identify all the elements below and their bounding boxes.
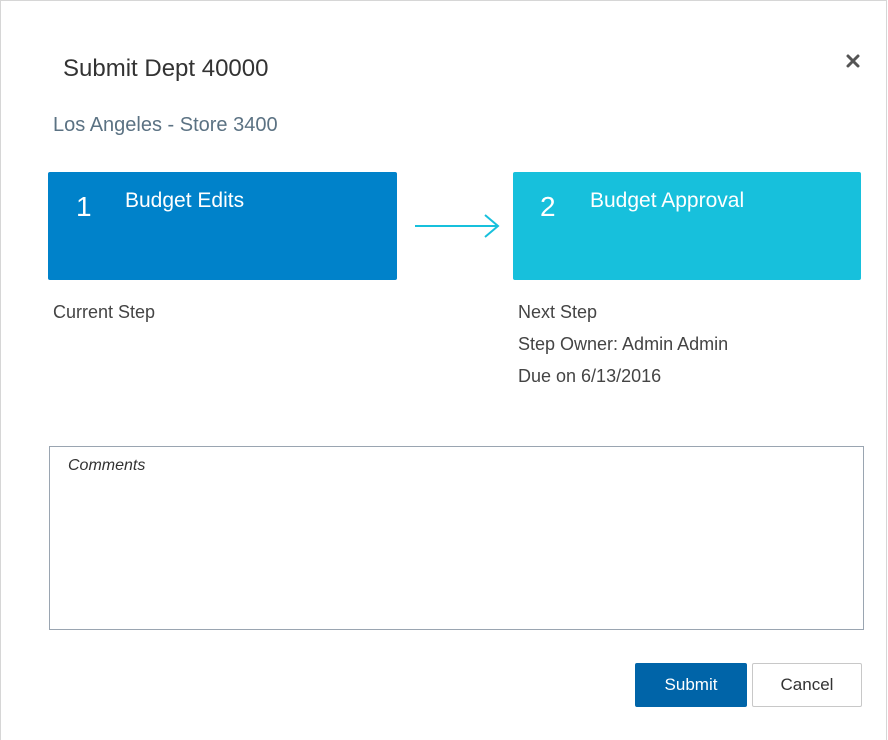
submit-dialog: Submit Dept 40000 Los Angeles - Store 34…	[0, 0, 887, 740]
next-step-number: 2	[540, 191, 556, 222]
next-step-due-date: Due on 6/13/2016	[518, 366, 662, 386]
next-step-info: Next Step Step Owner: Admin Admin Due on…	[518, 296, 728, 392]
next-step-box: 2 Budget Approval	[513, 172, 861, 280]
arrow-right-icon	[415, 214, 500, 238]
next-step-name: Budget Approval	[590, 189, 745, 212]
dialog-subtitle: Los Angeles - Store 3400	[53, 114, 278, 136]
comments-field[interactable]	[49, 446, 864, 630]
current-step-number: 1	[76, 191, 92, 222]
current-step-box: 1 Budget Edits	[48, 172, 397, 280]
cancel-button[interactable]: Cancel	[752, 663, 862, 707]
close-icon[interactable]	[841, 49, 865, 73]
submit-button[interactable]: Submit	[635, 663, 747, 707]
next-step-label: Next Step	[518, 302, 598, 322]
next-step-owner: Step Owner: Admin Admin	[518, 334, 729, 354]
current-step-label: Current Step	[53, 302, 156, 322]
current-step-info: Current Step	[53, 296, 155, 328]
current-step-name: Budget Edits	[125, 189, 245, 212]
close-button[interactable]	[841, 49, 865, 73]
dialog-title: Submit Dept 40000	[63, 55, 269, 82]
